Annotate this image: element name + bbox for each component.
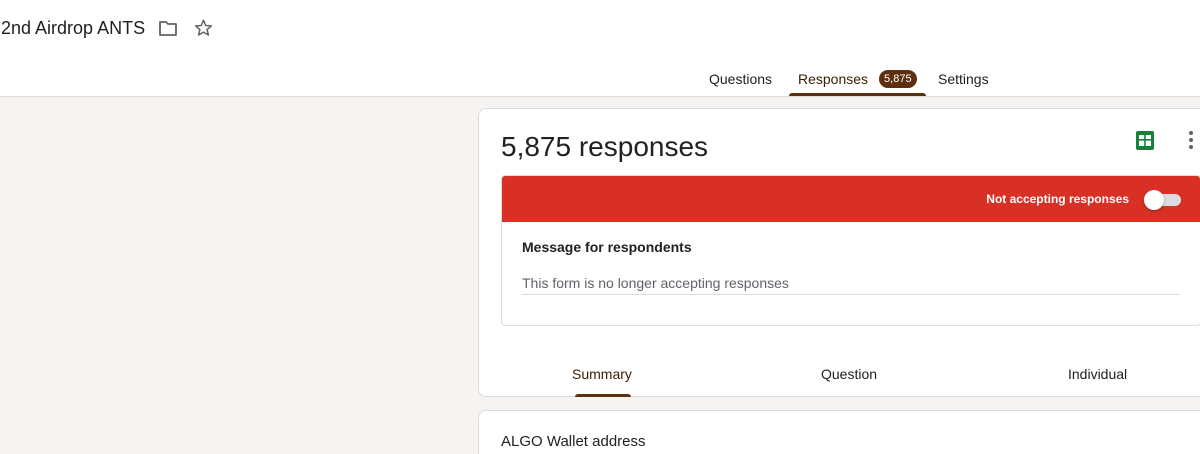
tab-settings[interactable]: Settings	[938, 62, 989, 96]
question-summary-card: ALGO Wallet address	[478, 410, 1200, 454]
forms-responses-page: 2nd Airdrop ANTS Questions Responses 5,8…	[0, 0, 1200, 454]
tab-summary[interactable]: Summary	[572, 366, 632, 382]
toggle-thumb	[1144, 190, 1164, 210]
accepting-status-label: Not accepting responses	[986, 192, 1129, 206]
tab-settings-label: Settings	[938, 71, 989, 87]
responses-count-badge: 5,875	[879, 70, 917, 88]
tab-question[interactable]: Question	[821, 366, 877, 382]
message-for-respondents-label: Message for respondents	[522, 239, 692, 255]
active-view-tab-indicator	[575, 394, 631, 397]
tab-individual[interactable]: Individual	[1068, 366, 1127, 382]
form-tabs: Questions Responses 5,875 Settings	[0, 62, 1200, 96]
responses-view-tabs: Summary Question Individual	[479, 359, 1200, 397]
question-title: ALGO Wallet address	[501, 433, 646, 450]
responses-card: 5,875 responses Not accepting responses …	[478, 108, 1200, 397]
responses-count-heading: 5,875 responses	[501, 131, 709, 162]
tab-questions-label: Questions	[709, 71, 773, 87]
active-tab-indicator	[789, 93, 926, 96]
header: 2nd Airdrop ANTS Questions Responses 5,8…	[0, 0, 1200, 97]
form-title[interactable]: 2nd Airdrop ANTS	[1, 16, 145, 40]
tab-responses-label: Responses	[798, 71, 869, 87]
accepting-responses-toggle[interactable]	[1144, 190, 1181, 210]
more-vertical-icon[interactable]	[1185, 129, 1197, 151]
message-for-respondents-input[interactable]	[522, 271, 1180, 295]
not-accepting-banner: Not accepting responses	[502, 176, 1200, 222]
tab-responses[interactable]: Responses 5,875	[789, 62, 926, 96]
google-sheets-icon[interactable]	[1136, 131, 1154, 150]
accepting-responses-panel: Not accepting responses Message for resp…	[501, 175, 1200, 326]
tab-questions[interactable]: Questions	[709, 62, 772, 96]
star-icon[interactable]	[192, 17, 214, 39]
folder-icon[interactable]	[157, 17, 179, 39]
